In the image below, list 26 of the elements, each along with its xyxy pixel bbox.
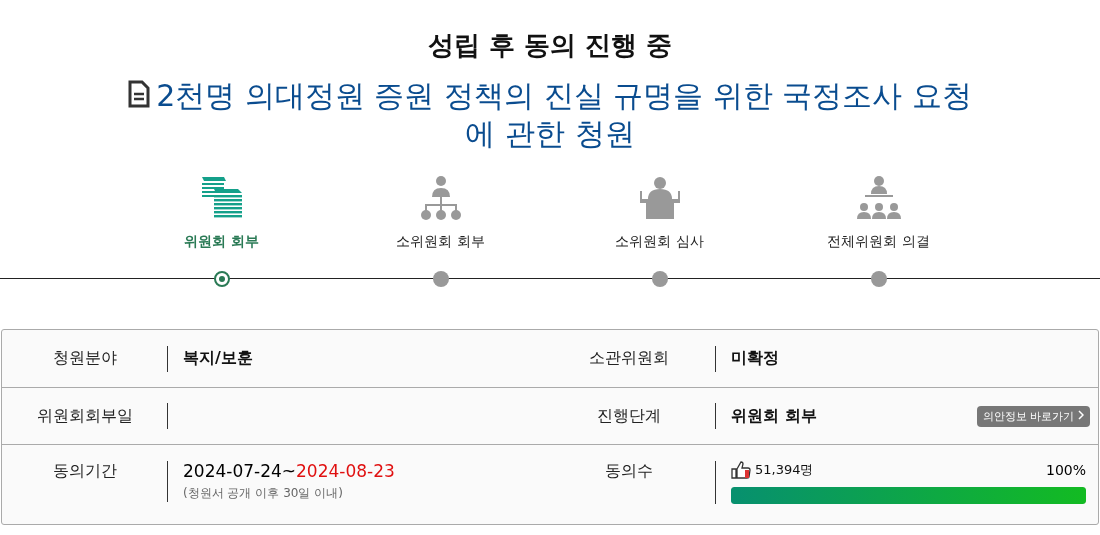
row-label: 동의수 xyxy=(603,461,654,482)
step-label: 소위원회 회부 xyxy=(396,233,485,251)
period-note: (청원서 공개 이후 30일 이내) xyxy=(183,485,344,502)
petition-title: 2천명 의대정원 증원 정책의 진실 규명을 위한 국정조사 요청에 관한 청원 xyxy=(115,77,985,153)
step-label: 전체위원회 의결 xyxy=(827,233,930,251)
presenter-audience-icon xyxy=(856,175,901,221)
period-dates: 2024-07-24~2024-08-23 xyxy=(183,461,396,481)
petition-status: 성립 후 동의 진행 중 xyxy=(427,29,673,62)
step-label: 위원회 회부 xyxy=(184,233,259,251)
podium-speaker-icon xyxy=(637,175,682,221)
org-chart-icon xyxy=(418,175,463,221)
bill-info-link[interactable]: 의안정보 바로가기 xyxy=(976,405,1090,427)
agree-count: 51,394명 xyxy=(755,461,814,479)
row-label: 동의기간 xyxy=(51,461,118,482)
row-label: 청원분야 xyxy=(51,348,118,369)
committee-value: 미확정 xyxy=(731,348,779,369)
row-label: 위원회회부일 xyxy=(35,405,134,427)
stage-value: 위원회 회부 xyxy=(731,405,817,427)
document-icon xyxy=(128,80,151,108)
agree-percent: 100% xyxy=(1045,462,1086,478)
step-label: 소위원회 심사 xyxy=(615,233,704,251)
row-label: 진행단계 xyxy=(595,405,662,427)
thumbs-up-icon xyxy=(731,461,751,479)
chevron-right-icon xyxy=(1078,409,1084,420)
field-value: 복지/보훈 xyxy=(183,348,253,369)
row-label: 소관위원회 xyxy=(587,348,670,369)
